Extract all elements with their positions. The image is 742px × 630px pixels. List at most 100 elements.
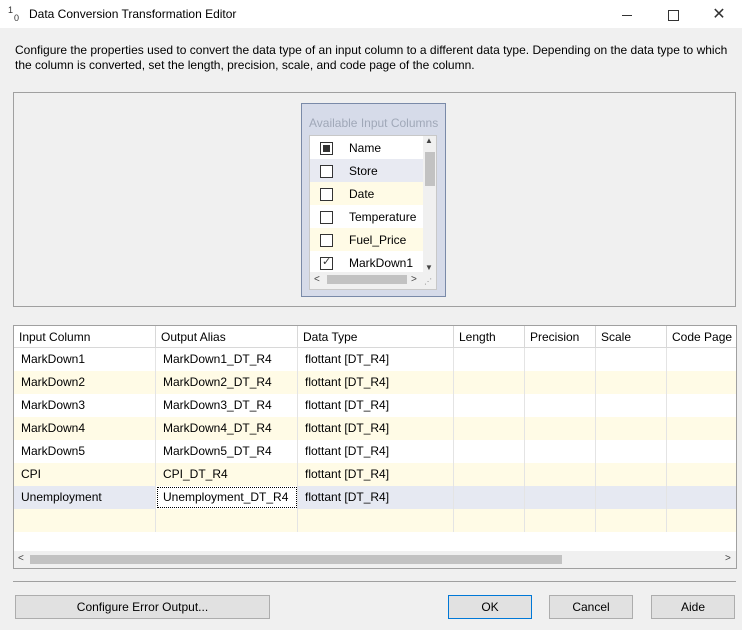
code-page-cell[interactable] [667, 509, 736, 532]
code-page-cell[interactable] [667, 463, 736, 486]
ok-button[interactable]: OK [448, 595, 532, 619]
length-cell[interactable] [454, 509, 525, 532]
output-alias-cell[interactable]: MarkDown5_DT_R4 [156, 440, 298, 463]
input-column-cell[interactable] [14, 509, 156, 532]
scroll-left-icon[interactable]: < [18, 553, 24, 564]
available-column-date[interactable]: Date [310, 182, 423, 205]
code-page-cell[interactable] [667, 417, 736, 440]
minimize-button[interactable] [604, 0, 650, 28]
table-row[interactable]: MarkDown4 MarkDown4_DT_R4 flottant [DT_R… [14, 417, 736, 440]
output-alias-cell[interactable]: CPI_DT_R4 [156, 463, 298, 486]
output-alias-cell-focused[interactable]: Unemployment_DT_R4 [156, 486, 298, 509]
available-column-name[interactable]: Name [310, 136, 423, 159]
scale-cell[interactable] [596, 463, 667, 486]
input-column-cell[interactable]: MarkDown2 [14, 371, 156, 394]
data-type-cell[interactable]: flottant [DT_R4] [298, 348, 454, 371]
maximize-button[interactable] [650, 0, 696, 28]
table-row[interactable]: CPI CPI_DT_R4 flottant [DT_R4] [14, 463, 736, 486]
data-type-cell[interactable] [298, 509, 454, 532]
data-type-cell[interactable]: flottant [DT_R4] [298, 394, 454, 417]
column-checkbox[interactable] [320, 165, 333, 178]
select-all-checkbox[interactable] [320, 142, 333, 155]
output-alias-cell[interactable]: MarkDown1_DT_R4 [156, 348, 298, 371]
column-checkbox[interactable] [320, 211, 333, 224]
scroll-right-icon[interactable]: > [411, 274, 417, 285]
precision-cell[interactable] [525, 486, 596, 509]
length-cell[interactable] [454, 394, 525, 417]
output-alias-cell[interactable]: MarkDown3_DT_R4 [156, 394, 298, 417]
precision-cell[interactable] [525, 371, 596, 394]
column-checkbox[interactable] [320, 234, 333, 247]
length-cell[interactable] [454, 440, 525, 463]
input-column-cell[interactable]: MarkDown4 [14, 417, 156, 440]
close-button[interactable]: ✕ [696, 0, 742, 28]
input-column-cell[interactable]: CPI [14, 463, 156, 486]
column-header[interactable]: Code Page [667, 326, 736, 348]
column-header[interactable]: Scale [596, 326, 667, 348]
precision-cell[interactable] [525, 509, 596, 532]
input-column-cell[interactable]: Unemployment [14, 486, 156, 509]
scale-cell[interactable] [596, 348, 667, 371]
code-page-cell[interactable] [667, 486, 736, 509]
precision-cell[interactable] [525, 440, 596, 463]
column-checkbox[interactable] [320, 255, 333, 270]
grid-horizontal-scrollbar[interactable]: < > [14, 551, 736, 568]
scroll-left-icon[interactable]: < [314, 274, 320, 285]
table-row[interactable]: MarkDown1 MarkDown1_DT_R4 flottant [DT_R… [14, 348, 736, 371]
length-cell[interactable] [454, 348, 525, 371]
data-type-cell[interactable]: flottant [DT_R4] [298, 463, 454, 486]
table-row[interactable]: MarkDown2 MarkDown2_DT_R4 flottant [DT_R… [14, 371, 736, 394]
precision-cell[interactable] [525, 394, 596, 417]
help-button[interactable]: Aide [651, 595, 735, 619]
scroll-right-icon[interactable]: > [725, 553, 731, 564]
length-cell[interactable] [454, 486, 525, 509]
configure-error-output-button[interactable]: Configure Error Output... [15, 595, 270, 619]
scroll-up-icon[interactable]: ▲ [425, 136, 433, 145]
data-type-cell[interactable]: flottant [DT_R4] [298, 440, 454, 463]
input-column-cell[interactable]: MarkDown3 [14, 394, 156, 417]
length-cell[interactable] [454, 371, 525, 394]
length-cell[interactable] [454, 417, 525, 440]
column-header[interactable]: Output Alias [156, 326, 298, 348]
output-alias-cell[interactable] [156, 509, 298, 532]
column-header[interactable]: Data Type [298, 326, 454, 348]
data-type-cell[interactable]: flottant [DT_R4] [298, 371, 454, 394]
resize-grip-icon[interactable]: ⋰ [424, 277, 432, 286]
precision-cell[interactable] [525, 463, 596, 486]
scroll-thumb[interactable] [425, 152, 435, 186]
output-alias-cell[interactable]: MarkDown4_DT_R4 [156, 417, 298, 440]
scale-cell[interactable] [596, 417, 667, 440]
table-row[interactable]: MarkDown5 MarkDown5_DT_R4 flottant [DT_R… [14, 440, 736, 463]
available-column-store[interactable]: Store [310, 159, 423, 182]
column-header[interactable]: Length [454, 326, 525, 348]
available-column-markdown1[interactable]: MarkDown1 [310, 251, 423, 274]
column-header[interactable]: Precision [525, 326, 596, 348]
output-alias-cell[interactable]: MarkDown2_DT_R4 [156, 371, 298, 394]
column-checkbox[interactable] [320, 188, 333, 201]
input-column-cell[interactable]: MarkDown5 [14, 440, 156, 463]
code-page-cell[interactable] [667, 440, 736, 463]
precision-cell[interactable] [525, 348, 596, 371]
data-type-cell[interactable]: flottant [DT_R4] [298, 417, 454, 440]
cancel-button[interactable]: Cancel [549, 595, 633, 619]
code-page-cell[interactable] [667, 371, 736, 394]
scale-cell[interactable] [596, 371, 667, 394]
precision-cell[interactable] [525, 417, 596, 440]
table-row[interactable]: MarkDown3 MarkDown3_DT_R4 flottant [DT_R… [14, 394, 736, 417]
scale-cell[interactable] [596, 509, 667, 532]
available-column-temperature[interactable]: Temperature [310, 205, 423, 228]
available-column-fuel-price[interactable]: Fuel_Price [310, 228, 423, 251]
scale-cell[interactable] [596, 486, 667, 509]
length-cell[interactable] [454, 463, 525, 486]
available-columns-vertical-scrollbar[interactable]: ▲ ▼ [423, 136, 436, 272]
code-page-cell[interactable] [667, 348, 736, 371]
column-header[interactable]: Input Column [14, 326, 156, 348]
available-columns-horizontal-scrollbar[interactable]: < > ⋰ [310, 272, 436, 289]
scale-cell[interactable] [596, 394, 667, 417]
scroll-down-icon[interactable]: ▼ [425, 263, 433, 272]
data-type-cell[interactable]: flottant [DT_R4] [298, 486, 454, 509]
scale-cell[interactable] [596, 440, 667, 463]
scroll-thumb[interactable] [30, 555, 562, 564]
table-row-selected[interactable]: Unemployment Unemployment_DT_R4 flottant… [14, 486, 736, 509]
input-column-cell[interactable]: MarkDown1 [14, 348, 156, 371]
